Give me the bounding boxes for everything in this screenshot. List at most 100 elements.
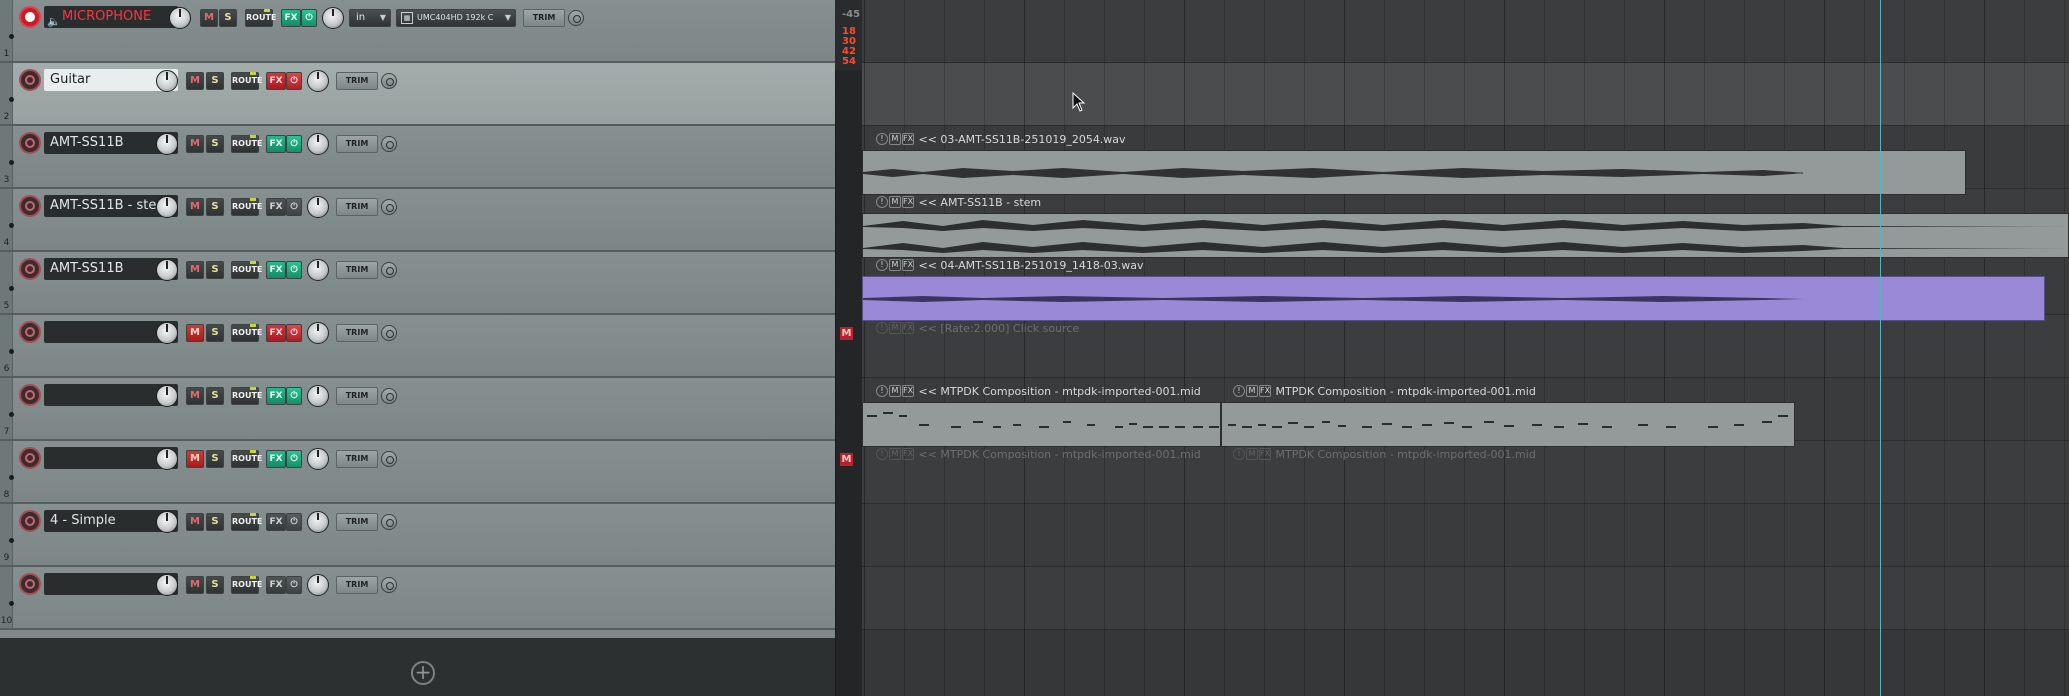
item-mute-icon[interactable]: M <box>889 196 901 208</box>
envelope-button[interactable] <box>381 73 397 89</box>
fx-button[interactable]: FX <box>266 513 286 531</box>
input-select[interactable]: in ▼ <box>349 9 391 27</box>
item-fx-icon[interactable]: FX <box>1259 448 1271 460</box>
input-device-select[interactable]: ▦ UMC404HD 192k C ▼ <box>396 9 516 27</box>
track-7[interactable]: 7 M S ROUTE FX ⏻ TRIM <box>0 378 835 441</box>
item-header[interactable]: ! M FX << MTPDK Composition - mtpdk-import… <box>876 385 1201 399</box>
item-lock-icon[interactable]: ! <box>1233 448 1245 460</box>
mute-button[interactable]: M <box>186 450 204 468</box>
trim-button[interactable]: TRIM <box>336 387 378 405</box>
item-header[interactable]: ! M FX << 03-AMT-SS11B-251019_2054.wav <box>876 133 1126 147</box>
track-5[interactable]: 5 AMT-SS11B M S ROUTE FX ⏻ TRIM <box>0 252 835 315</box>
record-arm-button[interactable] <box>19 384 41 406</box>
track-6[interactable]: 6 M S ROUTE FX ⏻ TRIM <box>0 315 835 378</box>
volume-knob[interactable] <box>156 322 178 344</box>
trim-button[interactable]: TRIM <box>336 198 378 216</box>
item-fx-icon[interactable]: FX <box>1259 385 1271 397</box>
solo-button[interactable]: S <box>206 72 224 90</box>
item-fx-icon[interactable]: FX <box>902 259 914 271</box>
volume-knob[interactable] <box>156 574 178 596</box>
fx-bypass-button[interactable]: ⏻ <box>286 513 302 531</box>
trim-button[interactable]: TRIM <box>336 450 378 468</box>
fx-bypass-button[interactable]: ⏻ <box>286 576 302 594</box>
fx-button[interactable]: FX <box>281 9 301 27</box>
item-header[interactable]: ! M FX << [Rate:2.000] Click source <box>876 322 1079 336</box>
route-button[interactable]: ROUTE <box>245 9 276 27</box>
fx-bypass-button[interactable]: ⏻ <box>286 261 302 279</box>
item-mute-icon[interactable]: M <box>889 322 901 334</box>
mute-button[interactable]: M <box>200 9 218 27</box>
solo-button[interactable]: S <box>206 450 224 468</box>
record-arm-button[interactable] <box>19 321 41 343</box>
record-arm-button[interactable] <box>19 510 41 532</box>
item-mute-icon[interactable]: M <box>1246 448 1258 460</box>
trim-button[interactable]: TRIM <box>336 135 378 153</box>
media-item[interactable] <box>862 213 2069 258</box>
track-lane[interactable] <box>862 567 2069 630</box>
item-fx-icon[interactable]: FX <box>902 322 914 334</box>
envelope-button[interactable] <box>381 199 397 215</box>
item-header[interactable]: ! M FX << MTPDK Composition - mtpdk-import… <box>876 448 1201 462</box>
fx-button[interactable]: FX <box>266 387 286 405</box>
mute-button[interactable]: M <box>186 261 204 279</box>
solo-button[interactable]: S <box>206 198 224 216</box>
route-button[interactable]: ROUTE <box>231 450 262 468</box>
track-2[interactable]: 2 Guitar M S ROUTE FX ⏻ TRIM <box>0 63 835 126</box>
pan-knob[interactable] <box>307 70 329 92</box>
trim-button[interactable]: TRIM <box>336 324 378 342</box>
pan-knob[interactable] <box>307 385 329 407</box>
item-header[interactable]: ! M FX MTPDK Composition - mtpdk-imported-… <box>1233 448 1536 462</box>
item-mute-icon[interactable]: M <box>1246 385 1258 397</box>
envelope-button[interactable] <box>381 514 397 530</box>
item-lock-icon[interactable]: ! <box>876 259 888 271</box>
volume-knob[interactable] <box>156 448 178 470</box>
volume-knob[interactable] <box>156 259 178 281</box>
media-item[interactable] <box>862 150 1966 195</box>
record-arm-button[interactable] <box>19 258 41 280</box>
item-lock-icon[interactable]: ! <box>876 196 888 208</box>
record-arm-button[interactable] <box>19 69 41 91</box>
envelope-button[interactable] <box>381 577 397 593</box>
mute-button[interactable]: M <box>186 324 204 342</box>
envelope-button[interactable] <box>568 10 584 26</box>
item-mute-icon[interactable]: M <box>889 259 901 271</box>
fx-bypass-button[interactable]: ⏻ <box>286 450 302 468</box>
record-arm-button[interactable] <box>19 195 41 217</box>
record-arm-button[interactable] <box>19 132 41 154</box>
trim-button[interactable]: TRIM <box>523 9 565 27</box>
mute-button[interactable]: M <box>186 135 204 153</box>
trim-button[interactable]: TRIM <box>336 72 378 90</box>
item-header[interactable]: ! M FX << 04-AMT-SS11B-251019_1418-03.wav <box>876 259 1144 273</box>
add-track-button[interactable]: + <box>411 661 435 685</box>
envelope-button[interactable] <box>381 136 397 152</box>
trim-button[interactable]: TRIM <box>336 576 378 594</box>
fx-button[interactable]: FX <box>266 324 286 342</box>
midi-item[interactable] <box>862 402 1221 447</box>
mute-button[interactable]: M <box>186 72 204 90</box>
track-lane[interactable] <box>862 504 2069 567</box>
pan-knob[interactable] <box>307 322 329 344</box>
solo-button[interactable]: S <box>206 387 224 405</box>
route-button[interactable]: ROUTE <box>231 513 262 531</box>
track-9[interactable]: 9 4 - Simple M S ROUTE FX ⏻ TRIM <box>0 504 835 567</box>
mute-button[interactable]: M <box>186 576 204 594</box>
item-lock-icon[interactable]: ! <box>876 133 888 145</box>
fx-button[interactable]: FX <box>266 261 286 279</box>
item-fx-icon[interactable]: FX <box>902 385 914 397</box>
record-arm-button[interactable] <box>19 573 41 595</box>
track-4[interactable]: 4 AMT-SS11B - stem M S ROUTE FX ⏻ TRIM <box>0 189 835 252</box>
track-name[interactable]: 🔈 MICROPHONE <box>44 6 178 28</box>
fx-bypass-button[interactable]: ⏻ <box>286 387 302 405</box>
volume-knob[interactable] <box>156 133 178 155</box>
track-lane[interactable] <box>862 63 2069 126</box>
route-button[interactable]: ROUTE <box>231 261 262 279</box>
trim-button[interactable]: TRIM <box>336 513 378 531</box>
mute-button[interactable]: M <box>186 387 204 405</box>
mute-button[interactable]: M <box>186 198 204 216</box>
pan-knob[interactable] <box>307 511 329 533</box>
envelope-button[interactable] <box>381 262 397 278</box>
fx-bypass-button[interactable]: ⏻ <box>286 72 302 90</box>
pan-knob[interactable] <box>322 7 344 29</box>
envelope-button[interactable] <box>381 325 397 341</box>
pan-knob[interactable] <box>307 448 329 470</box>
